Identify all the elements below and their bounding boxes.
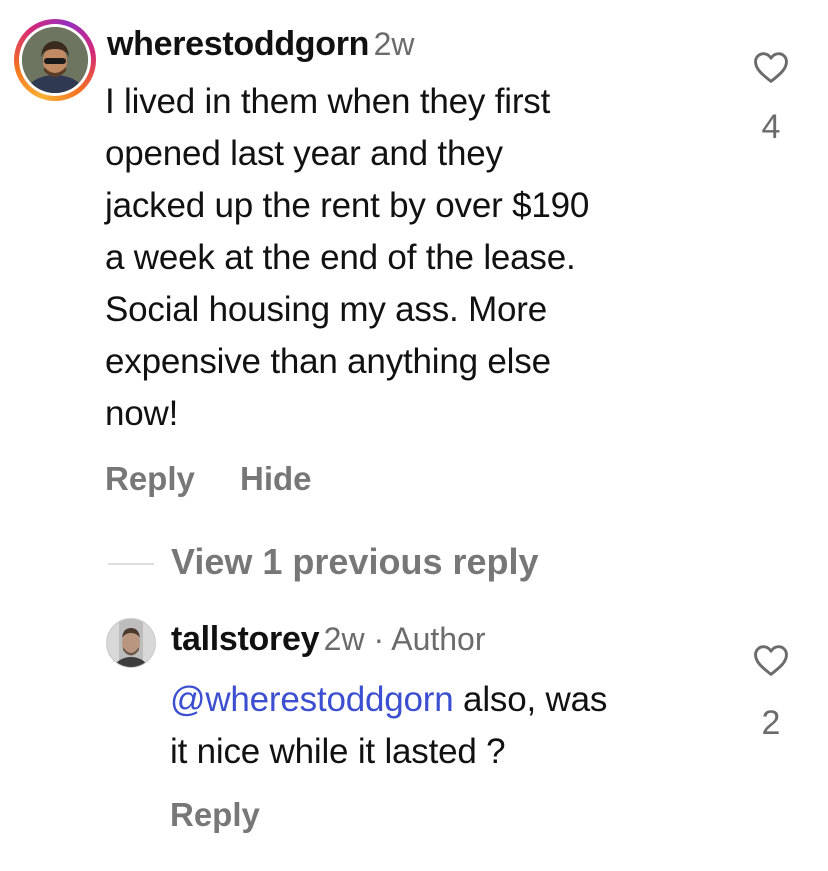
comment-time: 2w xyxy=(373,26,415,62)
reply-header: tallstorey 2w · Author xyxy=(171,620,486,659)
like-count: 4 xyxy=(761,108,781,146)
comment-text-line: expensive than anything else xyxy=(105,342,551,381)
reply-time: 2w xyxy=(323,621,365,657)
reply-text-line: @wherestoddgorn also, was xyxy=(170,674,730,726)
heart-outline-icon xyxy=(754,52,788,83)
reply-text-line: it nice while it lasted ? xyxy=(170,732,506,771)
mention-link[interactable]: @wherestoddgorn xyxy=(170,680,454,719)
comment-body: I lived in them when they first opened l… xyxy=(105,76,745,440)
reply-username[interactable]: tallstorey xyxy=(171,620,319,658)
like-count: 2 xyxy=(761,704,781,742)
avatar[interactable] xyxy=(106,618,156,668)
user-avatar-icon xyxy=(22,27,88,93)
heart-outline-icon xyxy=(754,645,788,676)
header-separator: · xyxy=(364,621,392,657)
reply-body: @wherestoddgorn also, was it nice while … xyxy=(170,674,730,778)
story-ring[interactable] xyxy=(14,19,96,101)
comment-text-line: jacked up the rent by over $190 xyxy=(105,186,590,225)
replies-divider xyxy=(108,563,154,565)
comment-text-line: a week at the end of the lease. xyxy=(105,238,576,277)
comment-text-line: Social housing my ass. More xyxy=(105,290,548,329)
view-previous-replies-button[interactable]: View 1 previous reply xyxy=(171,541,539,583)
comment-text-line: now! xyxy=(105,394,179,433)
author-badge: Author xyxy=(391,621,486,657)
comment-text-line: opened last year and they xyxy=(105,134,503,173)
comment-text-line: I lived in them when they first xyxy=(105,82,551,121)
reply-button[interactable]: Reply xyxy=(105,460,195,498)
hide-button[interactable]: Hide xyxy=(240,460,312,498)
user-avatar-icon xyxy=(107,619,155,667)
like-button[interactable] xyxy=(752,50,790,84)
reply-button[interactable]: Reply xyxy=(170,796,260,834)
comment-username[interactable]: wherestoddgorn xyxy=(107,25,369,63)
reply-text: also, was xyxy=(453,680,608,719)
like-button[interactable] xyxy=(752,643,790,677)
avatar xyxy=(22,27,88,93)
comment-header: wherestoddgorn 2w xyxy=(107,25,415,64)
